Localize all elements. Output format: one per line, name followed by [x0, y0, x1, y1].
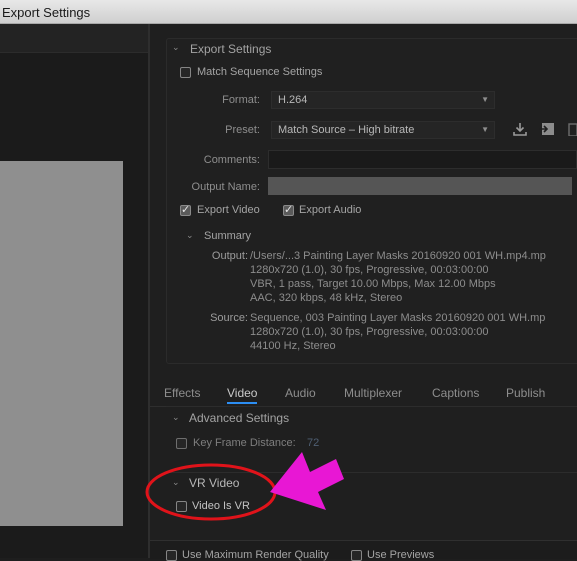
arrow-annotation-icon: [270, 452, 344, 510]
highlight-ellipse: [145, 463, 277, 521]
annotation-overlay: [145, 452, 344, 521]
